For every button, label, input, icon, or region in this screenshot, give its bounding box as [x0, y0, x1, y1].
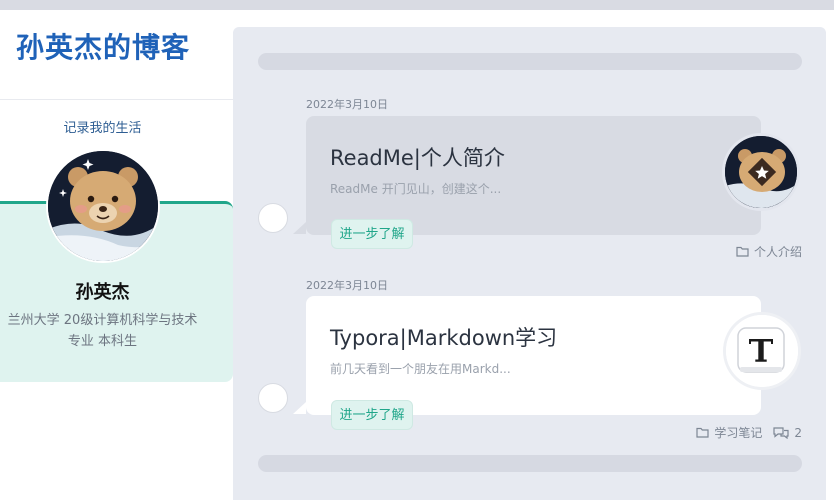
bear-star-icon	[725, 136, 797, 208]
post-category[interactable]: 个人介绍	[754, 243, 802, 260]
read-more-button[interactable]: 进一步了解	[331, 219, 413, 249]
profile-description: 兰州大学 20级计算机科学与技术 专业 本科生	[0, 310, 205, 352]
post-title[interactable]: Typora|Markdown学习	[330, 322, 557, 352]
bubble-tail	[293, 222, 306, 234]
post-date: 2022年3月10日	[306, 279, 388, 292]
folder-icon	[696, 427, 709, 438]
post-meta: 学习笔记 2	[696, 424, 802, 441]
placeholder-bar	[258, 53, 802, 70]
read-more-button[interactable]: 进一步了解	[331, 400, 413, 430]
post-excerpt: ReadMe 开门见山，创建这个...	[330, 182, 502, 196]
typora-logo-icon	[726, 315, 798, 387]
profile-name: 孙英杰	[75, 282, 130, 303]
comments-icon	[773, 426, 789, 439]
post-thumbnail[interactable]	[722, 133, 800, 211]
bubble-tail	[293, 402, 306, 414]
post-card[interactable]	[306, 116, 761, 235]
post-category[interactable]: 学习笔记	[714, 424, 762, 441]
profile-desc-line: 专业 本科生	[67, 334, 138, 349]
post-title[interactable]: ReadMe|个人简介	[330, 142, 505, 172]
timeline-dot	[258, 203, 288, 233]
post-meta: 个人介绍	[736, 243, 802, 260]
post-thumbnail[interactable]	[723, 312, 801, 390]
profile-desc-line: 兰州大学 20级计算机科学与技术	[7, 313, 198, 328]
avatar[interactable]	[46, 149, 160, 263]
top-bar	[0, 0, 834, 10]
timeline-dot	[258, 383, 288, 413]
post-excerpt: 前几天看到一个朋友在用Markd...	[330, 362, 511, 376]
post-date: 2022年3月10日	[306, 98, 388, 111]
placeholder-bar	[258, 455, 802, 472]
site-tagline: 记录我的生活	[63, 121, 142, 136]
sidebar-divider	[0, 99, 233, 100]
post-card[interactable]	[306, 296, 761, 415]
comment-count[interactable]: 2	[794, 426, 802, 440]
site-title[interactable]: 孙英杰的博客	[16, 26, 190, 66]
folder-icon	[736, 246, 749, 257]
bear-avatar-icon	[48, 151, 158, 261]
